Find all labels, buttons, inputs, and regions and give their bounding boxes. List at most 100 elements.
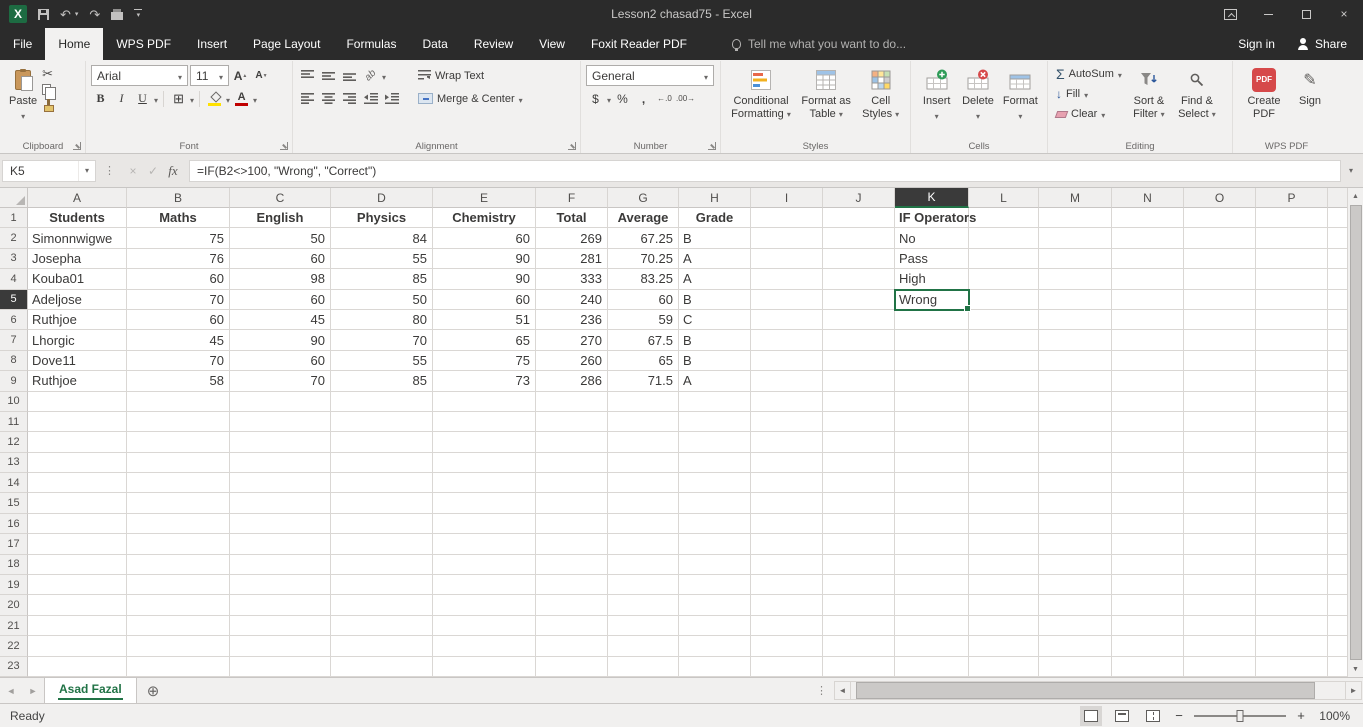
cell-O4[interactable] bbox=[1184, 269, 1256, 290]
borders-dropdown-icon[interactable] bbox=[190, 92, 194, 106]
decrease-indent-button[interactable] bbox=[361, 89, 380, 109]
increase-indent-button[interactable] bbox=[382, 89, 401, 109]
cell-G1[interactable]: Average bbox=[608, 208, 679, 229]
cell-J9[interactable] bbox=[823, 371, 895, 392]
cell-I7[interactable] bbox=[751, 330, 823, 351]
cell-C20[interactable] bbox=[230, 595, 331, 616]
cell-B20[interactable] bbox=[127, 595, 230, 616]
row-header-14[interactable]: 14 bbox=[0, 473, 28, 494]
cell-K5[interactable]: Wrong bbox=[894, 288, 971, 313]
cell-F15[interactable] bbox=[536, 493, 608, 514]
fill-color-icon[interactable] bbox=[205, 89, 224, 109]
cell-D10[interactable] bbox=[331, 391, 433, 412]
cell-C16[interactable] bbox=[230, 513, 331, 535]
cell-F4[interactable]: 333 bbox=[536, 269, 608, 290]
cell-A5[interactable]: Adeljose bbox=[28, 289, 127, 310]
cell-I16[interactable] bbox=[751, 513, 823, 535]
cell-B10[interactable] bbox=[127, 391, 230, 412]
sort-filter-button[interactable]: Sort & Filter bbox=[1125, 64, 1173, 138]
cell-A15[interactable] bbox=[28, 493, 127, 514]
cell-A14[interactable] bbox=[28, 473, 127, 494]
cell-A9[interactable]: Ruthjoe bbox=[28, 371, 127, 392]
cell-O9[interactable] bbox=[1184, 371, 1256, 392]
cell-D4[interactable]: 85 bbox=[331, 269, 433, 290]
cell-A2[interactable]: Simonnwigwe bbox=[28, 228, 127, 249]
cell-O8[interactable] bbox=[1184, 350, 1256, 372]
cell-B8[interactable]: 70 bbox=[127, 350, 230, 372]
column-header-N[interactable]: N bbox=[1112, 188, 1184, 208]
cell-L4[interactable] bbox=[969, 269, 1039, 290]
cell-E7[interactable]: 65 bbox=[433, 330, 536, 351]
find-select-button[interactable]: Find & Select bbox=[1173, 64, 1221, 138]
decrease-decimal-button[interactable]: .00→ bbox=[676, 89, 695, 109]
cell-I6[interactable] bbox=[751, 309, 823, 331]
cell-M21[interactable] bbox=[1039, 615, 1112, 637]
cell-F19[interactable] bbox=[536, 575, 608, 596]
cell-D14[interactable] bbox=[331, 473, 433, 494]
tab-formulas[interactable]: Formulas bbox=[333, 28, 409, 60]
zoom-in-button[interactable]: + bbox=[1295, 708, 1307, 723]
cell-C3[interactable]: 60 bbox=[230, 248, 331, 270]
cell-A4[interactable]: Kouba01 bbox=[28, 269, 127, 290]
autosum-button[interactable]: Σ AutoSum bbox=[1053, 64, 1125, 84]
cell-O12[interactable] bbox=[1184, 432, 1256, 453]
bold-button[interactable]: B bbox=[91, 89, 110, 109]
cell-M6[interactable] bbox=[1039, 309, 1112, 331]
cell-O3[interactable] bbox=[1184, 248, 1256, 270]
undo-dropdown-icon[interactable]: ▾ bbox=[75, 10, 79, 18]
borders-icon[interactable]: ⊞ bbox=[169, 89, 188, 109]
cell-J21[interactable] bbox=[823, 615, 895, 637]
cell-D13[interactable] bbox=[331, 452, 433, 474]
cell-F16[interactable] bbox=[536, 513, 608, 535]
paste-dropdown-icon[interactable] bbox=[21, 108, 25, 122]
row-header-17[interactable]: 17 bbox=[0, 534, 28, 555]
cell-K18[interactable] bbox=[895, 554, 969, 576]
fill-button[interactable]: ↓ Fill bbox=[1053, 84, 1125, 104]
cell-M22[interactable] bbox=[1039, 636, 1112, 657]
cell-D15[interactable] bbox=[331, 493, 433, 514]
cell-A3[interactable]: Josepha bbox=[28, 248, 127, 270]
row-header-18[interactable]: 18 bbox=[0, 554, 28, 576]
tab-view[interactable]: View bbox=[526, 28, 578, 60]
cell-K6[interactable] bbox=[895, 309, 969, 331]
cell-M2[interactable] bbox=[1039, 228, 1112, 249]
cell-N22[interactable] bbox=[1112, 636, 1184, 657]
row-header-8[interactable]: 8 bbox=[0, 350, 28, 372]
cell-O23[interactable] bbox=[1184, 656, 1256, 677]
hscroll-left-icon[interactable]: ◄ bbox=[834, 681, 851, 700]
cell-C1[interactable]: English bbox=[230, 208, 331, 229]
cell-L10[interactable] bbox=[969, 391, 1039, 412]
cell-E18[interactable] bbox=[433, 554, 536, 576]
column-header-E[interactable]: E bbox=[433, 188, 536, 208]
cell-E5[interactable]: 60 bbox=[433, 289, 536, 310]
cell-J5[interactable] bbox=[823, 289, 895, 310]
cell-D6[interactable]: 80 bbox=[331, 309, 433, 331]
cell-B21[interactable] bbox=[127, 615, 230, 637]
column-header-B[interactable]: B bbox=[127, 188, 230, 208]
cell-D5[interactable]: 50 bbox=[331, 289, 433, 310]
cell-J15[interactable] bbox=[823, 493, 895, 514]
cell-G10[interactable] bbox=[608, 391, 679, 412]
cell-C13[interactable] bbox=[230, 452, 331, 474]
cell-K8[interactable] bbox=[895, 350, 969, 372]
cell-L22[interactable] bbox=[969, 636, 1039, 657]
italic-button[interactable]: I bbox=[112, 89, 131, 109]
cell-P19[interactable] bbox=[1256, 575, 1328, 596]
cell-B2[interactable]: 75 bbox=[127, 228, 230, 249]
cell-I13[interactable] bbox=[751, 452, 823, 474]
cell-D21[interactable] bbox=[331, 615, 433, 637]
cell-A12[interactable] bbox=[28, 432, 127, 453]
cell-I17[interactable] bbox=[751, 534, 823, 555]
align-left-button[interactable] bbox=[298, 89, 317, 109]
cell-G22[interactable] bbox=[608, 636, 679, 657]
cell-F6[interactable]: 236 bbox=[536, 309, 608, 331]
cell-K1[interactable]: IF Operators bbox=[895, 208, 976, 229]
cell-I2[interactable] bbox=[751, 228, 823, 249]
cell-J18[interactable] bbox=[823, 554, 895, 576]
redo-icon[interactable]: ↷ bbox=[89, 8, 100, 21]
cell-B22[interactable] bbox=[127, 636, 230, 657]
cell-A11[interactable] bbox=[28, 411, 127, 433]
cell-M9[interactable] bbox=[1039, 371, 1112, 392]
cell-O14[interactable] bbox=[1184, 473, 1256, 494]
cell-M5[interactable] bbox=[1039, 289, 1112, 310]
